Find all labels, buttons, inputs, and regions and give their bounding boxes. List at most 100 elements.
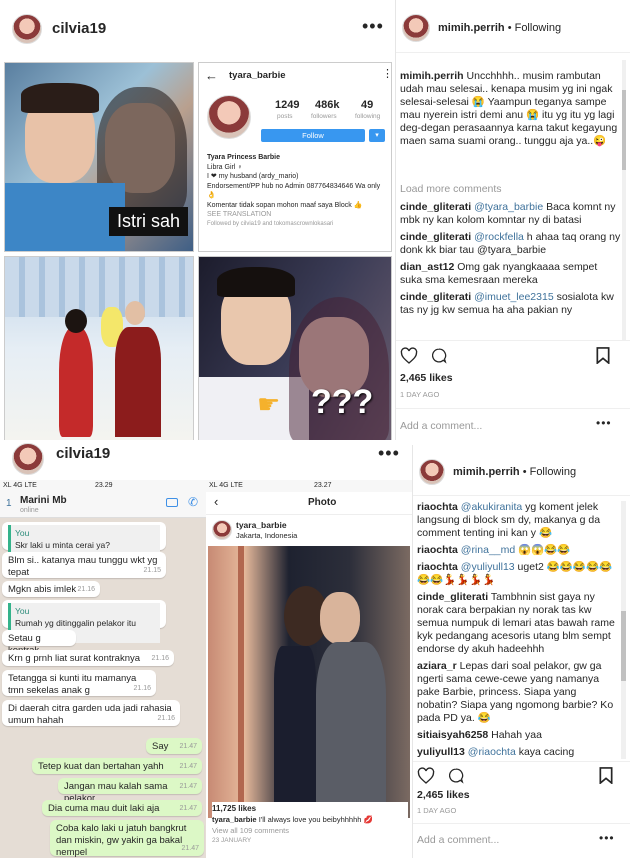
comment-username[interactable]: yuliyull13 <box>417 746 465 758</box>
follow-button[interactable]: Follow <box>261 129 365 142</box>
comment-list: riaochta @akukiranita yg koment jelek la… <box>417 501 619 759</box>
message-bubble: Setau g kontrak <box>2 630 76 656</box>
message-text: Dia cuma mau duit laki aja <box>48 803 160 814</box>
following-label[interactable]: • Following <box>523 466 576 478</box>
photo-location[interactable]: Jakarta, Indonesia <box>236 531 297 540</box>
video-call-icon[interactable] <box>166 498 178 507</box>
istri-sah-label: Istri sah <box>109 207 189 236</box>
post-username[interactable]: mimih.perrih <box>438 22 505 34</box>
comment-username[interactable]: riaochta <box>417 501 458 513</box>
post-username[interactable]: mimih.perrih <box>453 466 520 478</box>
message-text: Say <box>152 741 169 752</box>
ig-likes[interactable]: 11,725 likes <box>212 804 408 813</box>
comment-text: Hahah yaa <box>488 729 542 741</box>
view-all-comments[interactable]: View all 109 comments <box>212 826 408 835</box>
comment-icon[interactable] <box>447 767 465 784</box>
more-options-icon[interactable]: ••• <box>362 16 384 37</box>
photo-username[interactable]: tyara_barbie <box>236 520 287 530</box>
following-label[interactable]: • Following <box>508 22 561 34</box>
bottom-left-post: cilvia19 ••• XL 4G LTE 23.29 1 Marini Mb… <box>0 440 412 858</box>
heart-icon[interactable] <box>417 767 435 784</box>
bookmark-icon[interactable] <box>599 767 613 784</box>
ig-date: 23 JANUARY <box>212 837 252 844</box>
phone-icon[interactable]: ✆ <box>188 495 198 509</box>
post-username[interactable]: cilvia19 <box>52 20 106 37</box>
add-comment-input[interactable]: Add a comment... <box>400 420 482 432</box>
comment-username[interactable]: aziara_r <box>417 660 457 672</box>
heart-icon[interactable] <box>400 347 418 364</box>
avatar[interactable] <box>402 14 430 42</box>
back-arrow-icon[interactable]: ‹ <box>214 494 218 509</box>
dropdown-icon[interactable]: ▾ <box>369 129 385 142</box>
more-options-icon[interactable]: ••• <box>378 443 400 464</box>
back-arrow-icon[interactable]: ← <box>205 68 218 83</box>
contact-name[interactable]: Marini Mb <box>20 495 67 506</box>
comment-username[interactable]: riaochta <box>417 544 458 556</box>
top-left-post: cilvia19 ••• Istri sah ← tyara_barbie ⋮ … <box>0 0 396 445</box>
bookmark-icon[interactable] <box>596 347 610 364</box>
comment-username[interactable]: sitiaisyah6258 <box>417 729 488 741</box>
question-text: ??? <box>311 383 374 421</box>
followed-by[interactable]: Followed by cilvia19 and tokomascrownlok… <box>207 220 387 230</box>
message-time: 21.16 <box>151 655 169 662</box>
whatsapp-screenshot: XL 4G LTE 23.29 1 Marini Mb online ✆ You… <box>0 480 206 858</box>
comment: riaochta @akukiranita yg koment jelek la… <box>417 501 619 540</box>
avatar[interactable] <box>212 520 232 540</box>
comment: riaochta @yuliyull13 uget2 😂😂😂😂😂😂😂💃💃💃💃 <box>417 561 619 587</box>
message-text: Blm si.. katanya mau tunggu wkt yg tepat <box>8 555 158 578</box>
comment-mention[interactable]: @tyara_barbie <box>474 201 543 213</box>
comment: cinde_gliterati Tambhnin sist gaya ny no… <box>417 591 619 656</box>
avatar[interactable] <box>419 459 445 485</box>
comment-list: cinde_gliterati @tyara_barbie Baca komnt… <box>400 201 622 338</box>
posts-count: 1249 <box>275 99 300 111</box>
followers-count: 486k <box>315 99 340 111</box>
comment-mention[interactable]: @akukiranita <box>461 501 522 513</box>
more-options-icon[interactable]: ••• <box>596 416 612 430</box>
message-time: 21.16 <box>157 715 175 722</box>
quote-author: You <box>15 606 30 616</box>
caption-username[interactable]: tyara_barbie <box>212 815 257 824</box>
comment-username[interactable]: dian_ast12 <box>400 261 454 273</box>
following-label: following <box>355 113 381 120</box>
avatar[interactable] <box>12 14 42 44</box>
likes-count[interactable]: 2,465 likes <box>417 789 470 801</box>
load-more-comments[interactable]: Load more comments <box>400 183 502 196</box>
comment: dian_ast12 Omg gak nyangkaaaa sempet suk… <box>400 261 622 287</box>
comment-username[interactable]: riaochta <box>417 561 458 573</box>
scrollbar[interactable] <box>622 60 626 340</box>
comment-icon[interactable] <box>430 347 448 364</box>
likes-count[interactable]: 2,465 likes <box>400 372 453 384</box>
profile-avatar <box>207 95 251 139</box>
avatar[interactable] <box>12 443 44 475</box>
comment-mention[interactable]: @rina__md <box>461 544 515 556</box>
comment-username[interactable]: cinde_gliterati <box>400 201 471 213</box>
caption-text: I'll always love you beibyhhhhh 💋 <box>256 815 373 824</box>
comment-mention[interactable]: @riaochta <box>468 746 516 758</box>
caption-username[interactable]: mimih.perrih <box>400 70 464 82</box>
message-time: 21.47 <box>179 743 197 750</box>
back-count[interactable]: 1 <box>6 498 12 509</box>
comment-username[interactable]: cinde_gliterati <box>400 231 471 243</box>
comment-mention[interactable]: @yuliyull13 <box>461 561 515 573</box>
comment: cinde_gliterati @rockfella h ahaa taq or… <box>400 231 622 257</box>
more-options-icon[interactable]: ••• <box>599 831 615 845</box>
comment-username[interactable]: cinde_gliterati <box>417 591 488 603</box>
comment-text: 😱😱😂😂 <box>515 544 571 556</box>
post-username[interactable]: cilvia19 <box>56 445 110 462</box>
carrier: XL 4G LTE <box>3 482 37 489</box>
caption: mimih.perrih Uncchhhh.. musim rambutan u… <box>400 70 622 148</box>
photo-couple-1: Istri sah <box>4 62 194 252</box>
more-icon[interactable]: ⋮ <box>382 67 391 80</box>
comment: yuliyull13 @riaochta kaya cacing kepanas… <box>417 746 619 759</box>
see-translation[interactable]: SEE TRANSLATION <box>207 210 387 220</box>
bio-line: Komentar tidak sopan mohon maaf saya Blo… <box>207 201 363 209</box>
scrollbar[interactable] <box>621 501 626 759</box>
comment-username[interactable]: cinde_gliterati <box>400 291 471 303</box>
comment-mention[interactable]: @imuet_lee2315 <box>474 291 554 303</box>
message-bubble: Blm si.. katanya mau tunggu wkt yg tepat… <box>2 552 166 578</box>
comment-mention[interactable]: @rockfella <box>474 231 524 243</box>
message-text: Di daerah citra garden uda jadi rahasia … <box>8 703 172 726</box>
add-comment-input[interactable]: Add a comment... <box>417 834 499 846</box>
message-bubble: Say 21.47 <box>146 738 202 754</box>
message-time: 21.47 <box>179 805 197 812</box>
